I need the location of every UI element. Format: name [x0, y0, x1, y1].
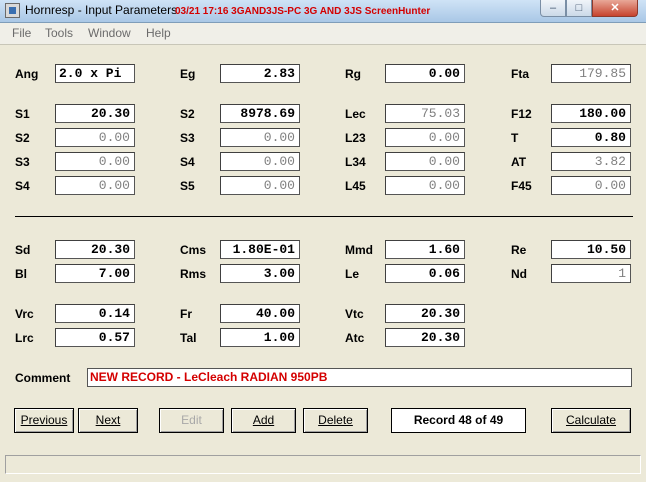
field-mmd[interactable]: 1.60 — [385, 240, 465, 259]
field-s2[interactable]: 8978.69 — [220, 104, 300, 123]
label-f12: F12 — [511, 107, 532, 121]
label-atc: Atc — [345, 331, 365, 345]
menu-tools[interactable]: Tools — [45, 26, 73, 40]
label-s1: S1 — [15, 107, 30, 121]
menu-file[interactable]: File — [12, 26, 31, 40]
field-s3: 0.00 — [220, 128, 300, 147]
label-s3: S3 — [180, 131, 195, 145]
field-at: 3.82 — [551, 152, 631, 171]
label-l34: L34 — [345, 155, 366, 169]
field-fr[interactable]: 40.00 — [220, 304, 300, 323]
label-s5: S5 — [180, 179, 195, 193]
field-l34: 0.00 — [385, 152, 465, 171]
field-s2b: 0.00 — [55, 128, 135, 147]
label-f45: F45 — [511, 179, 532, 193]
field-re[interactable]: 10.50 — [551, 240, 631, 259]
comment-field[interactable]: NEW RECORD - LeCleach RADIAN 950PB — [87, 368, 632, 387]
delete-button[interactable]: Delete — [303, 408, 368, 433]
add-button[interactable]: Add — [231, 408, 296, 433]
label-rg: Rg — [345, 67, 361, 81]
label-t: T — [511, 131, 519, 145]
label-le: Le — [345, 267, 360, 281]
label-vtc: Vtc — [345, 307, 364, 321]
field-fta: 179.85 — [551, 64, 631, 83]
label-cms: Cms — [180, 243, 207, 257]
close-button[interactable]: ✕ — [592, 0, 638, 17]
field-lec: 75.03 — [385, 104, 465, 123]
label-sd: Sd — [15, 243, 31, 257]
label-mmd: Mmd — [345, 243, 373, 257]
field-vrc[interactable]: 0.14 — [55, 304, 135, 323]
field-s5: 0.00 — [220, 176, 300, 195]
field-s1[interactable]: 20.30 — [55, 104, 135, 123]
field-vtc[interactable]: 20.30 — [385, 304, 465, 323]
label-fr: Fr — [180, 307, 192, 321]
maximize-button[interactable]: □ — [566, 0, 592, 17]
field-f45: 0.00 — [551, 176, 631, 195]
label-l23: L23 — [345, 131, 366, 145]
status-bar — [5, 455, 641, 474]
label-comment: Comment — [15, 371, 71, 385]
field-s4b: 0.00 — [55, 176, 135, 195]
field-rms[interactable]: 3.00 — [220, 264, 300, 283]
label-s2: S2 — [180, 107, 195, 121]
window-title: Hornresp - Input Parameters — [25, 3, 178, 17]
field-f12[interactable]: 180.00 — [551, 104, 631, 123]
label-eg: Eg — [180, 67, 196, 81]
label-l45: L45 — [345, 179, 366, 193]
label-rms: Rms — [180, 267, 207, 281]
field-l45: 0.00 — [385, 176, 465, 195]
field-cms[interactable]: 1.80E-01 — [220, 240, 300, 259]
field-s4: 0.00 — [220, 152, 300, 171]
label-fta: Fta — [511, 67, 529, 81]
field-sd[interactable]: 20.30 — [55, 240, 135, 259]
label-ang: Ang — [15, 67, 39, 81]
section-divider — [15, 216, 633, 217]
label-s2b: S2 — [15, 131, 30, 145]
field-tal[interactable]: 1.00 — [220, 328, 300, 347]
record-indicator: Record 48 of 49 — [391, 408, 526, 433]
label-tal: Tal — [180, 331, 197, 345]
field-s3b: 0.00 — [55, 152, 135, 171]
label-re: Re — [511, 243, 527, 257]
label-vrc: Vrc — [15, 307, 34, 321]
next-button[interactable]: Next — [78, 408, 138, 433]
label-s4b: S4 — [15, 179, 30, 193]
field-t[interactable]: 0.80 — [551, 128, 631, 147]
field-le[interactable]: 0.06 — [385, 264, 465, 283]
field-ang[interactable]: 2.0 x Pi — [55, 64, 135, 83]
minimize-button[interactable]: – — [540, 0, 566, 17]
menu-window[interactable]: Window — [88, 26, 131, 40]
field-nd: 1 — [551, 264, 631, 283]
label-nd: Nd — [511, 267, 527, 281]
label-bl: Bl — [15, 267, 27, 281]
edit-button[interactable]: Edit — [159, 408, 224, 433]
menu-help[interactable]: Help — [146, 26, 171, 40]
previous-button[interactable]: Previous — [14, 408, 74, 433]
label-at: AT — [511, 155, 527, 169]
menu-bar: File Tools Window Help — [0, 23, 646, 45]
label-s4: S4 — [180, 155, 195, 169]
calculate-button[interactable]: Calculate — [551, 408, 631, 433]
field-eg[interactable]: 2.83 — [220, 64, 300, 83]
title-bar: Hornresp - Input Parameters 03/21 17:16 … — [0, 0, 646, 23]
label-s3b: S3 — [15, 155, 30, 169]
field-l23: 0.00 — [385, 128, 465, 147]
label-lrc: Lrc — [15, 331, 34, 345]
screenhunter-overlay: 03/21 17:16 3GAND3JS-PC 3G AND 3JS Scree… — [175, 6, 431, 17]
field-bl[interactable]: 7.00 — [55, 264, 135, 283]
field-lrc[interactable]: 0.57 — [55, 328, 135, 347]
field-rg[interactable]: 0.00 — [385, 64, 465, 83]
label-lec: Lec — [345, 107, 366, 121]
field-atc[interactable]: 20.30 — [385, 328, 465, 347]
app-icon — [5, 3, 20, 18]
